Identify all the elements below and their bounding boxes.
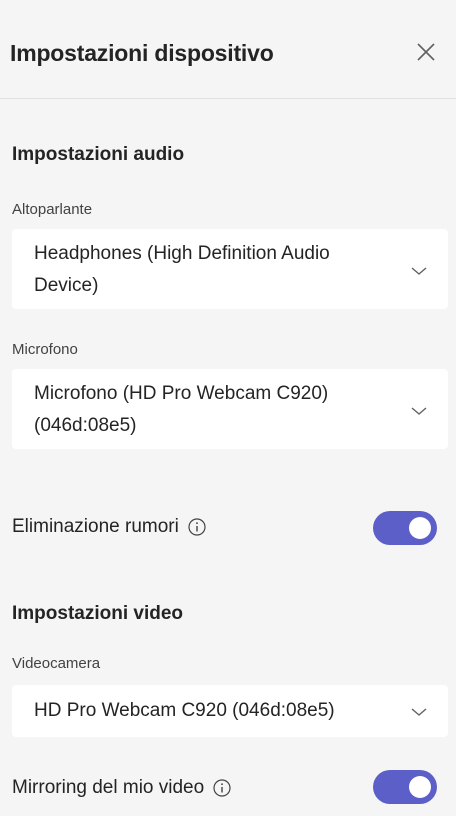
speaker-value-line1: Headphones (High Definition Audio — [34, 243, 330, 264]
microphone-value-line2: (046d:08e5) — [34, 415, 137, 436]
info-icon[interactable] — [212, 778, 232, 798]
panel-title: Impostazioni dispositivo — [10, 40, 274, 66]
camera-value: HD Pro Webcam C920 (046d:08e5) — [34, 700, 335, 721]
camera-dropdown[interactable]: HD Pro Webcam C920 (046d:08e5) — [12, 685, 448, 737]
chevron-down-icon — [411, 708, 427, 716]
speaker-label: Altoparlante — [12, 201, 93, 218]
toggle-knob — [409, 517, 431, 539]
video-section-title: Impostazioni video — [12, 603, 184, 624]
microphone-label: Microfono — [12, 341, 78, 358]
panel-header: Impostazioni dispositivo — [0, 0, 456, 99]
camera-label: Videocamera — [12, 655, 101, 672]
mirror-video-row: Mirroring del mio video — [12, 777, 232, 799]
speaker-value-line2: Device) — [34, 275, 99, 296]
close-icon — [417, 43, 435, 61]
info-icon[interactable] — [187, 517, 207, 537]
mirror-video-label: Mirroring del mio video — [12, 777, 205, 798]
microphone-dropdown[interactable]: Microfono (HD Pro Webcam C920) (046d:08e… — [12, 369, 448, 449]
toggle-knob — [409, 776, 431, 798]
close-button[interactable] — [410, 36, 442, 68]
microphone-value-line1: Microfono (HD Pro Webcam C920) — [34, 383, 329, 404]
noise-suppression-label: Eliminazione rumori — [12, 516, 179, 537]
speaker-dropdown[interactable]: Headphones (High Definition Audio Device… — [12, 229, 448, 309]
noise-suppression-row: Eliminazione rumori — [12, 516, 207, 538]
chevron-down-icon — [411, 407, 427, 415]
noise-suppression-toggle[interactable] — [373, 511, 437, 545]
chevron-down-icon — [411, 267, 427, 275]
audio-section-title: Impostazioni audio — [12, 144, 185, 165]
mirror-video-toggle[interactable] — [373, 770, 437, 804]
